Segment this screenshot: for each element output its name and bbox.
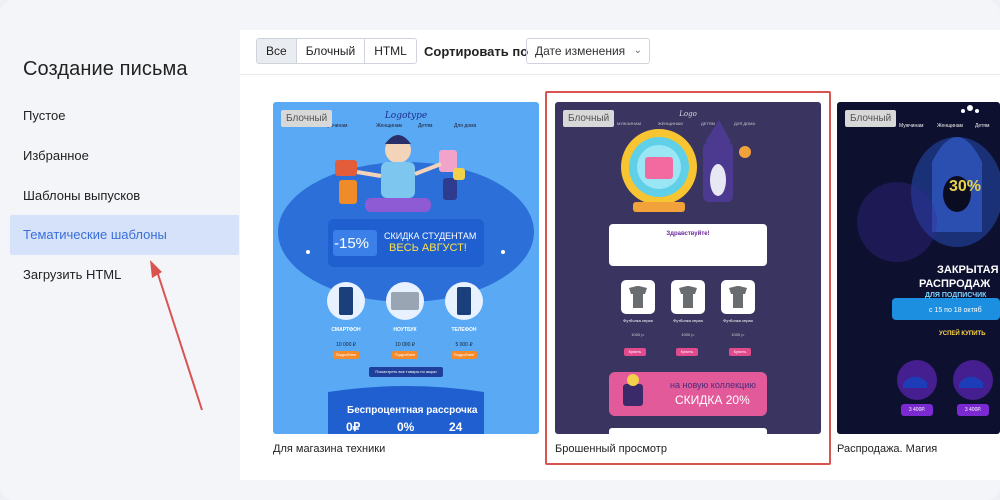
preview-menu-item: Детям	[418, 123, 433, 129]
filter-toolbar: Все Блочный HTML Сортировать по Дате изм…	[240, 30, 1000, 75]
sidebar: Создание письма Пустое Избранное Шаблоны…	[0, 0, 240, 500]
filter-html-button[interactable]: HTML	[365, 39, 416, 63]
sidebar-item-favorites[interactable]: Избранное	[10, 136, 239, 176]
preview-product-name: ТЕЛЕФОН	[451, 327, 477, 333]
preview-percent: 30%	[949, 178, 982, 195]
app-window: Создание письма Пустое Избранное Шаблоны…	[0, 0, 1000, 500]
page-title: Создание письма	[23, 58, 188, 80]
sort-select[interactable]: Дате изменения ⌄	[526, 38, 650, 64]
preview-promo-line1: СКИДКА СТУДЕНТАМ	[384, 231, 477, 241]
preview-discount: -15%	[334, 235, 370, 252]
preview-menu-item: Для дома	[454, 123, 477, 129]
preview-menu-item: Мужчинам	[899, 123, 924, 129]
preview-stat: 24	[449, 420, 463, 434]
preview-product-price: 10 000 ₽	[336, 342, 356, 348]
template-type-badge: Блочный	[281, 110, 333, 127]
preview-stat: 0₽	[346, 420, 361, 434]
preview-menu-item: Детям	[975, 123, 990, 129]
preview-headline1: ЗАКРЫТАЯ	[937, 264, 999, 276]
template-card-magic-sale[interactable]: Блочный Мужчинам Женщинам Детям 30% ЗАКР…	[837, 102, 1000, 434]
preview-product-button: Подробнее	[453, 352, 475, 357]
sidebar-item-upload-html[interactable]: Загрузить HTML	[10, 255, 239, 295]
preview-product-name: СМАРТФОН	[331, 327, 361, 333]
template-caption: Для магазина техники	[273, 443, 386, 455]
filter-block-button[interactable]: Блочный	[296, 39, 366, 63]
preview-sub: ДЛЯ ПОДПИСЧИК	[925, 292, 987, 299]
sort-value: Дате изменения	[535, 44, 626, 58]
template-type-badge: Блочный	[563, 110, 615, 127]
template-preview-tech-store: Logotype	[278, 111, 534, 434]
preview-product-price: 10 000 ₽	[395, 342, 415, 348]
preview-product-price: 5 000 ₽	[455, 342, 473, 348]
preview-menu-item: Женщинам	[376, 123, 402, 129]
format-filter: Все Блочный HTML	[256, 38, 417, 64]
preview-menu-item: Женщинам	[937, 123, 963, 129]
templates-panel: Все Блочный HTML Сортировать по Дате изм…	[240, 30, 1000, 480]
preview-headline2: РАСПРОДАЖ	[919, 278, 991, 290]
preview-cta: УСПЕЙ КУПИТЬ	[939, 331, 986, 337]
preview-promo-line2: ВЕСЬ АВГУСТ!	[389, 242, 467, 254]
sidebar-item-issue-templates[interactable]: Шаблоны выпусков	[10, 176, 239, 216]
preview-cta: Посмотреть все товары по акции	[375, 369, 437, 374]
template-type-badge: Блочный	[845, 110, 897, 127]
preview-product-button: Подробнее	[394, 352, 416, 357]
preview-product-name: НОУТБУК	[393, 327, 417, 333]
svg-text:Logotype: Logotype	[384, 111, 427, 121]
filter-all-button[interactable]: Все	[257, 39, 297, 63]
template-caption: Распродажа. Магия	[837, 443, 938, 455]
sidebar-item-empty[interactable]: Пустое	[10, 96, 239, 136]
preview-installment: Беспроцентная рассрочка	[347, 405, 478, 416]
preview-price: 3 400Р.	[908, 407, 926, 413]
preview-price: 3 400Р.	[964, 407, 982, 413]
chevron-down-icon: ⌄	[633, 45, 642, 56]
selection-highlight	[545, 91, 831, 465]
template-card-tech-store[interactable]: Блочный Logotype Мужчинам Женщинам Детям…	[273, 102, 539, 434]
preview-stat: 0%	[397, 420, 415, 434]
preview-product-button: Подробнее	[335, 352, 357, 357]
preview-dates: с 15 по 18 октяб	[929, 307, 982, 314]
sidebar-item-thematic-templates[interactable]: Тематические шаблоны	[10, 215, 239, 255]
sort-label: Сортировать по	[424, 44, 529, 59]
